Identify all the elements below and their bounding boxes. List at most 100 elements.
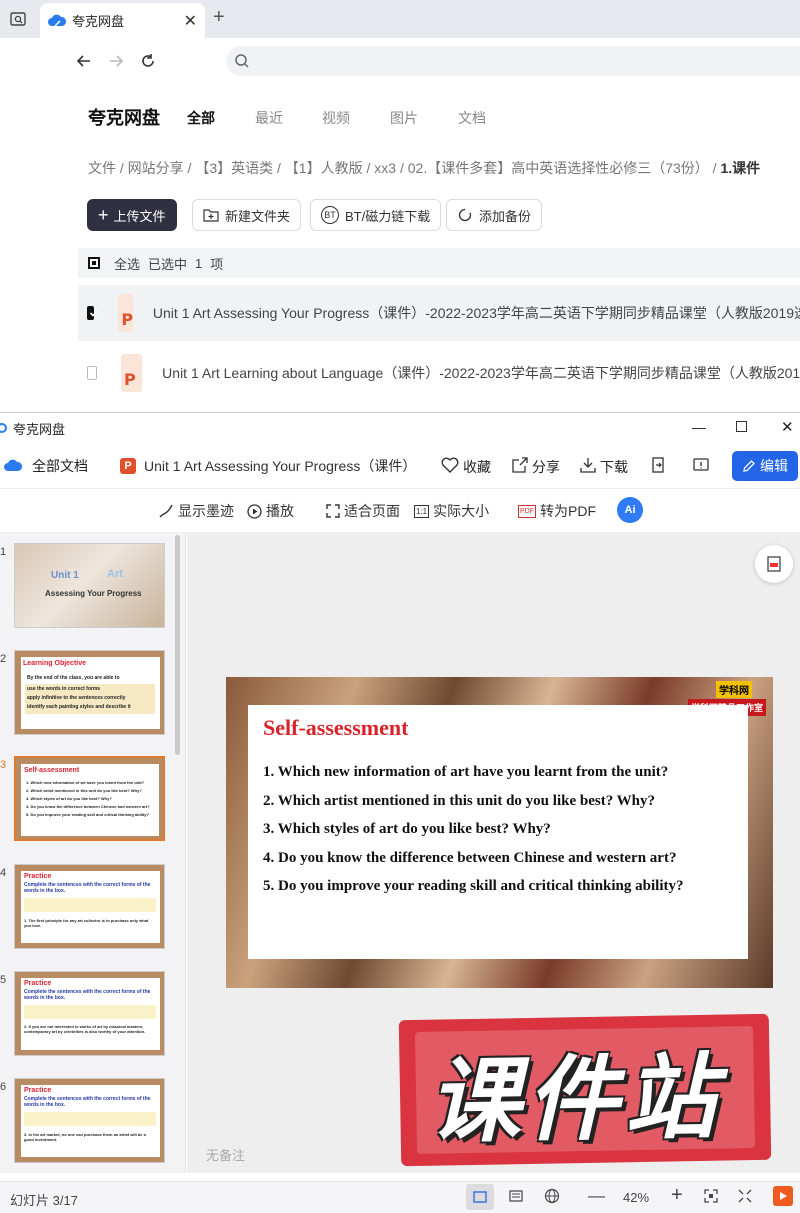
slide-thumbnail[interactable]: Unit 1 Art Assessing Your Progress [14, 543, 165, 628]
play-button[interactable]: 播放 [247, 501, 294, 521]
collect-button[interactable]: 收藏 [463, 457, 491, 477]
add-backup-button[interactable]: 添加备份 [446, 199, 543, 231]
breadcrumb-item[interactable]: 网站分享 [128, 160, 184, 176]
maximize-icon[interactable] [736, 421, 747, 432]
breadcrumb: 文件 / 网站分享 / 【3】英语类 / 【1】人教版 / xx3 / 02.【… [88, 160, 761, 176]
fit-page-button[interactable]: 适合页面 [326, 501, 400, 521]
heart-icon[interactable] [441, 457, 459, 473]
breadcrumb-item[interactable]: 【1】人教版 [285, 160, 363, 176]
thumb-subtitle: Assessing Your Progress [45, 589, 142, 598]
refresh-icon[interactable] [138, 51, 158, 71]
pdf-icon: PDF [518, 504, 536, 518]
pdf-float-icon[interactable] [755, 545, 793, 583]
ai-assistant-button[interactable]: Ai [617, 497, 643, 523]
file-checkbox-checked[interactable] [87, 306, 99, 320]
tab-docs[interactable]: 文档 [458, 108, 486, 128]
plus-icon: + [98, 204, 109, 225]
fullscreen-icon[interactable] [738, 1189, 752, 1203]
zoom-in-icon[interactable]: + [671, 1184, 683, 1207]
minimize-icon[interactable]: — [692, 419, 706, 435]
breadcrumb-item[interactable]: 【3】英语类 [195, 160, 273, 176]
show-ink-button[interactable]: 显示墨迹 [158, 501, 234, 521]
ink-pen-icon [158, 503, 174, 519]
normal-view-icon[interactable] [466, 1184, 494, 1210]
slide-thumbnail[interactable]: Practice Complete the sentences with the… [14, 1078, 165, 1163]
edit-label: 编辑 [760, 458, 788, 474]
slideshow-play-icon[interactable] [773, 1186, 793, 1206]
file-checkbox[interactable] [87, 366, 97, 380]
thumb-subtitle: Complete the sentences with the correct … [24, 989, 151, 1001]
thumb-line: 2. If you are not interested in works of… [24, 1024, 146, 1034]
selected-label: 已选中 [148, 256, 188, 272]
slide-thumbnail-panel[interactable]: 1 Unit 1 Art Assessing Your Progress 2 L… [0, 533, 186, 1173]
open-external-icon[interactable] [650, 457, 666, 473]
globe-icon[interactable] [544, 1188, 560, 1204]
forward-arrow-icon[interactable] [106, 51, 126, 71]
tab-recent[interactable]: 最近 [255, 108, 283, 128]
select-all-label[interactable]: 全选 [114, 254, 140, 273]
thumb-title: Unit 1 [51, 570, 79, 581]
viewer-status-bar: 幻灯片 3/17 — 42% + [0, 1181, 800, 1213]
actual-size-icon: 1:1 [414, 504, 430, 518]
slide-question: 2. Which artist mentioned in this unit d… [263, 793, 656, 809]
convert-pdf-button[interactable]: PDF 转为PDF [518, 501, 596, 521]
thumb-number: 1 [0, 546, 7, 558]
close-window-icon[interactable]: ✕ [781, 418, 794, 436]
slide-thumbnail[interactable]: Learning Objective By the end of the cla… [14, 650, 165, 735]
thumb-scrollbar[interactable] [175, 535, 180, 755]
file-row[interactable]: P Unit 1 Art Learning about Language（课件）… [78, 345, 800, 401]
thumb-title: Practice [24, 1087, 52, 1094]
breadcrumb-item[interactable]: 02.【课件多套】高中英语选择性必修三（73份） [408, 160, 709, 176]
zoom-out-icon[interactable]: — [588, 1186, 605, 1206]
download-button[interactable]: 下载 [600, 457, 628, 477]
selected-count: 1 [195, 255, 203, 271]
thumb-number: 4 [0, 867, 7, 879]
edit-button[interactable]: 编辑 [732, 451, 798, 481]
browser-tab-bar: 夸克网盘 ✕ + [0, 0, 800, 38]
bt-download-button[interactable]: BT BT/磁力链下载 [310, 199, 442, 231]
slide-question: 1. Which new information of art have you… [263, 764, 669, 780]
breadcrumb-item[interactable]: xx3 [374, 160, 396, 176]
brand-logo: 学科网 [716, 681, 752, 698]
actual-size-button[interactable]: 1:1 实际大小 [414, 501, 489, 521]
select-all-bar: 全选 已选中 1 项 [78, 248, 800, 278]
back-arrow-icon[interactable] [74, 51, 94, 71]
zoom-level[interactable]: 42% [623, 1190, 649, 1205]
share-button[interactable]: 分享 [532, 457, 560, 477]
tab-search-icon[interactable] [8, 9, 28, 29]
grid-view-icon[interactable] [509, 1190, 523, 1202]
file-name[interactable]: Unit 1 Art Assessing Your Progress（课件）-2… [153, 303, 800, 323]
tab-images[interactable]: 图片 [390, 108, 418, 128]
notes-placeholder[interactable]: 无备注 [206, 1145, 245, 1164]
slide-thumbnail[interactable]: Practice Complete the sentences with the… [14, 864, 165, 949]
share-icon[interactable] [512, 457, 528, 473]
slide-thumbnail[interactable]: Practice Complete the sentences with the… [14, 971, 165, 1056]
thumb-number: 2 [0, 653, 7, 665]
feedback-icon[interactable] [693, 457, 709, 473]
tab-video[interactable]: 视频 [322, 108, 350, 128]
select-all-checkbox[interactable] [88, 257, 100, 269]
thumb-line: apply infinitive to the sentences correc… [27, 695, 126, 701]
breadcrumb-item[interactable]: 文件 [88, 160, 116, 176]
thumb-line: use the words in correct forms [27, 686, 101, 692]
fit-page-icon [326, 504, 340, 518]
fit-screen-icon[interactable] [704, 1189, 718, 1203]
selected-unit: 项 [210, 256, 224, 272]
upload-button[interactable]: + 上传文件 [87, 199, 177, 231]
new-tab-button[interactable]: + [213, 6, 225, 29]
doc-title: Unit 1 Art Assessing Your Progress（课件） [144, 457, 417, 474]
url-input[interactable] [226, 46, 800, 76]
sync-icon [457, 207, 473, 223]
all-docs-link[interactable]: 全部文档 [32, 456, 88, 476]
file-name[interactable]: Unit 1 Art Learning about Language（课件）-2… [162, 363, 800, 383]
new-folder-button[interactable]: 新建文件夹 [192, 199, 302, 231]
tab-all[interactable]: 全部 [187, 108, 215, 128]
close-tab-icon[interactable]: ✕ [184, 11, 197, 31]
file-row[interactable]: P Unit 1 Art Assessing Your Progress（课件）… [78, 285, 800, 341]
thumb-line: 3. Which styles of art do you like best?… [26, 796, 112, 801]
download-icon[interactable] [580, 457, 596, 473]
slide-question: 4. Do you know the difference between Ch… [263, 850, 677, 866]
browser-tab[interactable]: 夸克网盘 ✕ [40, 3, 205, 38]
bt-label: BT/磁力链下载 [345, 208, 431, 224]
slide-thumbnail-selected[interactable]: Self-assessment 1. Which new information… [14, 756, 165, 841]
